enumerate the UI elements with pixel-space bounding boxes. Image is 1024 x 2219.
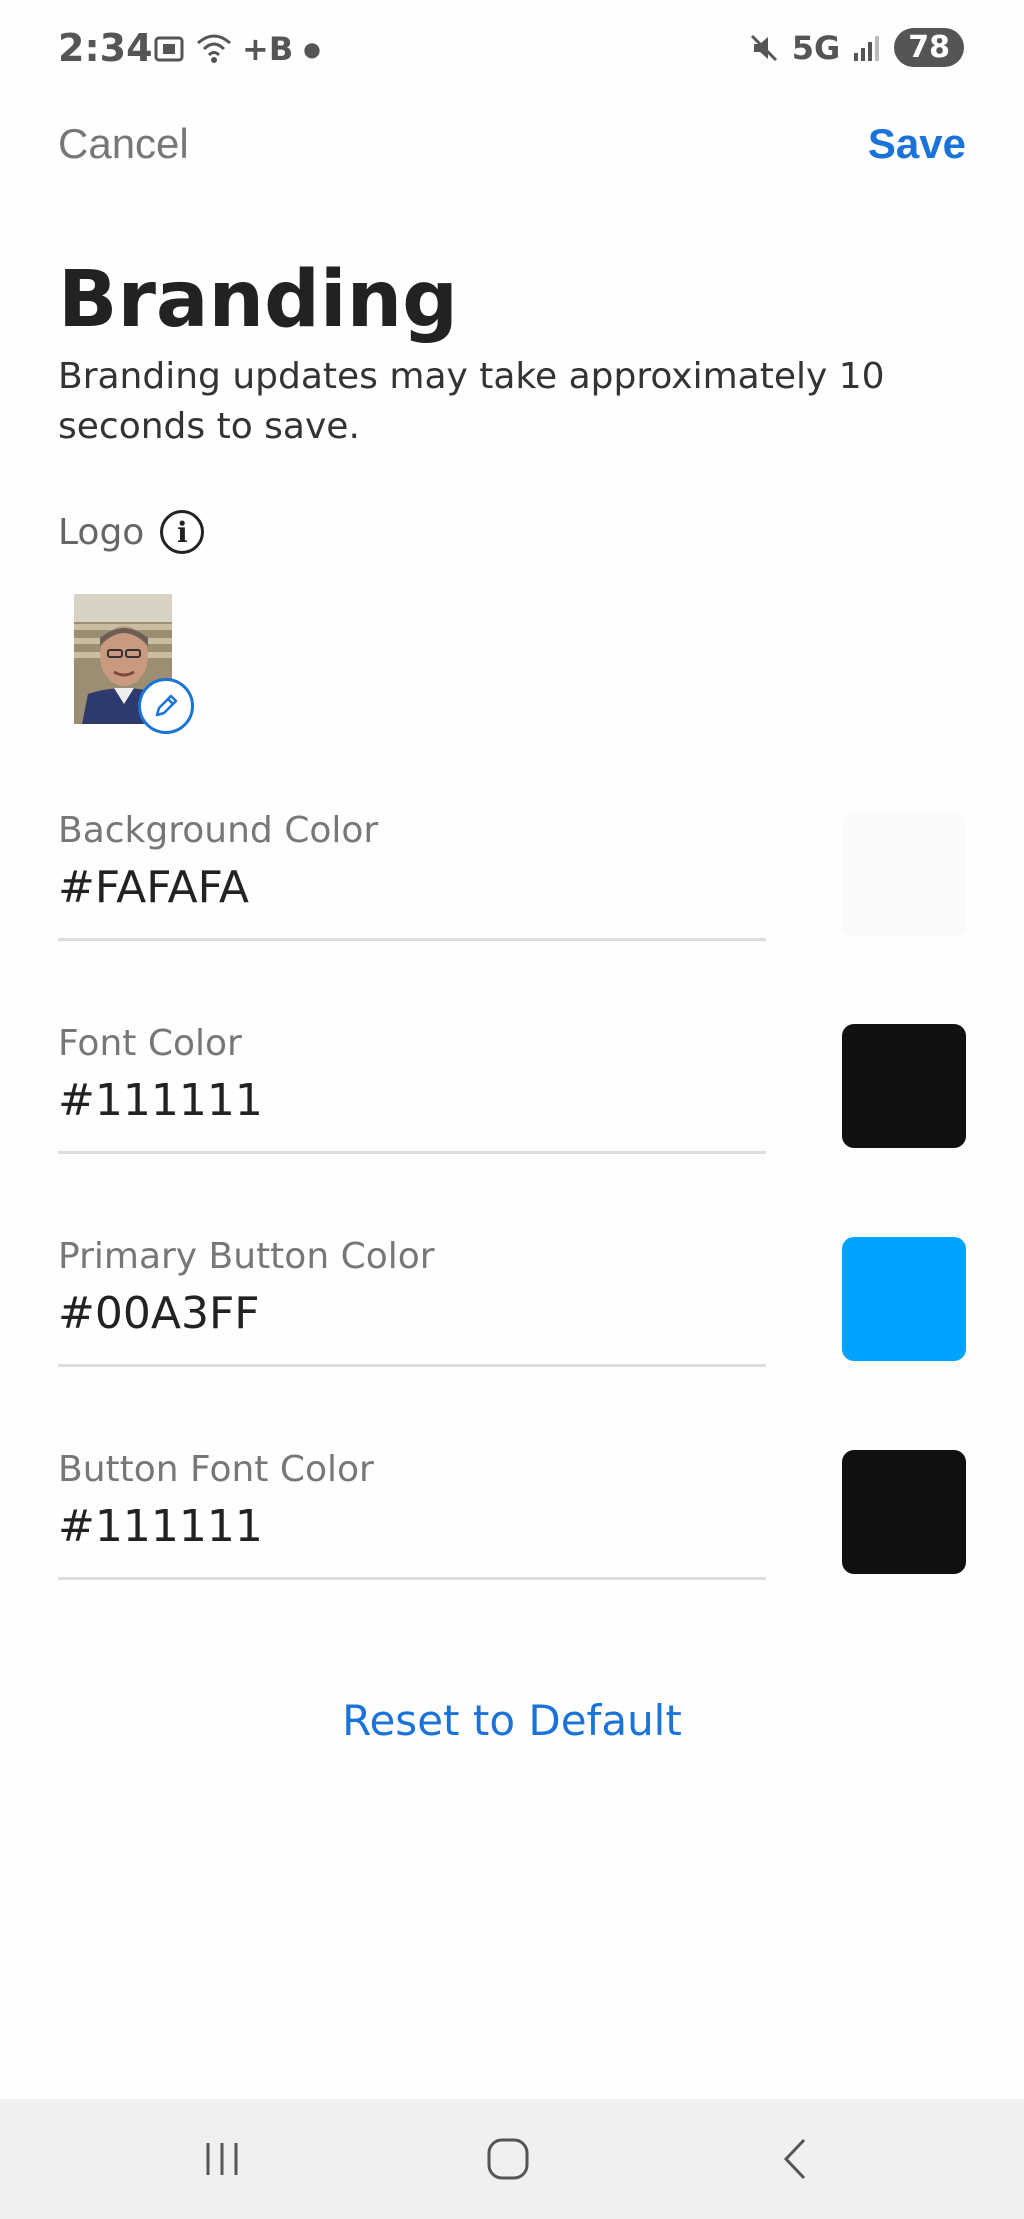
- button-font-color-input[interactable]: [58, 1501, 758, 1552]
- cancel-button[interactable]: Cancel: [58, 120, 189, 168]
- font-color-swatch[interactable]: [842, 1024, 966, 1148]
- wifi-icon: [197, 34, 231, 63]
- primary-button-color-input[interactable]: [58, 1288, 758, 1339]
- status-bar: 2:34 +B ● 5G 78: [0, 0, 1024, 100]
- page-title: Branding: [58, 255, 459, 345]
- recent-apps-icon: [206, 2143, 238, 2175]
- logo-picker[interactable]: [74, 594, 194, 734]
- button-font-color-label: Button Font Color: [58, 1449, 374, 1490]
- screenshot-icon: [154, 36, 184, 62]
- reset-to-default-button[interactable]: Reset to Default: [0, 1696, 1024, 1745]
- button-font-color-field: Button Font Color: [58, 1449, 766, 1580]
- pencil-icon: [155, 694, 178, 717]
- status-right-icons: 5G 78: [748, 28, 964, 67]
- primary-button-color-swatch[interactable]: [842, 1237, 966, 1361]
- logo-label: Logo: [58, 511, 145, 553]
- network-type: 5G: [791, 28, 841, 67]
- logo-section-label: Logo i: [58, 510, 205, 554]
- battery-indicator: 78: [894, 28, 964, 67]
- page-subtitle: Branding updates may take approximately …: [58, 356, 885, 447]
- status-dot: ●: [303, 37, 321, 61]
- primary-button-color-label: Primary Button Color: [58, 1236, 435, 1277]
- back-button[interactable]: [756, 2129, 836, 2189]
- status-left-icons: +B ●: [152, 30, 321, 68]
- input-underline: [58, 938, 766, 941]
- status-extra: +B: [242, 30, 294, 68]
- font-color-label: Font Color: [58, 1023, 242, 1064]
- back-icon: [783, 2138, 806, 2180]
- system-nav-bar: [0, 2099, 1024, 2219]
- input-underline: [58, 1364, 766, 1367]
- status-time: 2:34: [58, 26, 153, 70]
- input-underline: [58, 1151, 766, 1154]
- mute-icon: [750, 34, 777, 61]
- home-icon: [487, 2138, 529, 2180]
- signal-icon: [854, 35, 880, 61]
- top-bar: Cancel Save: [58, 120, 966, 180]
- primary-button-color-field: Primary Button Color: [58, 1236, 766, 1367]
- input-underline: [58, 1577, 766, 1580]
- background-color-label: Background Color: [58, 810, 379, 851]
- home-button[interactable]: [468, 2129, 548, 2189]
- background-color-swatch[interactable]: [842, 812, 966, 936]
- font-color-input[interactable]: [58, 1075, 758, 1126]
- background-color-field: Background Color: [58, 810, 766, 941]
- button-font-color-swatch[interactable]: [842, 1450, 966, 1574]
- edit-logo-button[interactable]: [138, 678, 194, 734]
- info-icon[interactable]: i: [160, 510, 205, 554]
- background-color-input[interactable]: [58, 862, 758, 913]
- save-button[interactable]: Save: [868, 120, 966, 168]
- recent-apps-button[interactable]: [182, 2129, 262, 2189]
- font-color-field: Font Color: [58, 1023, 766, 1154]
